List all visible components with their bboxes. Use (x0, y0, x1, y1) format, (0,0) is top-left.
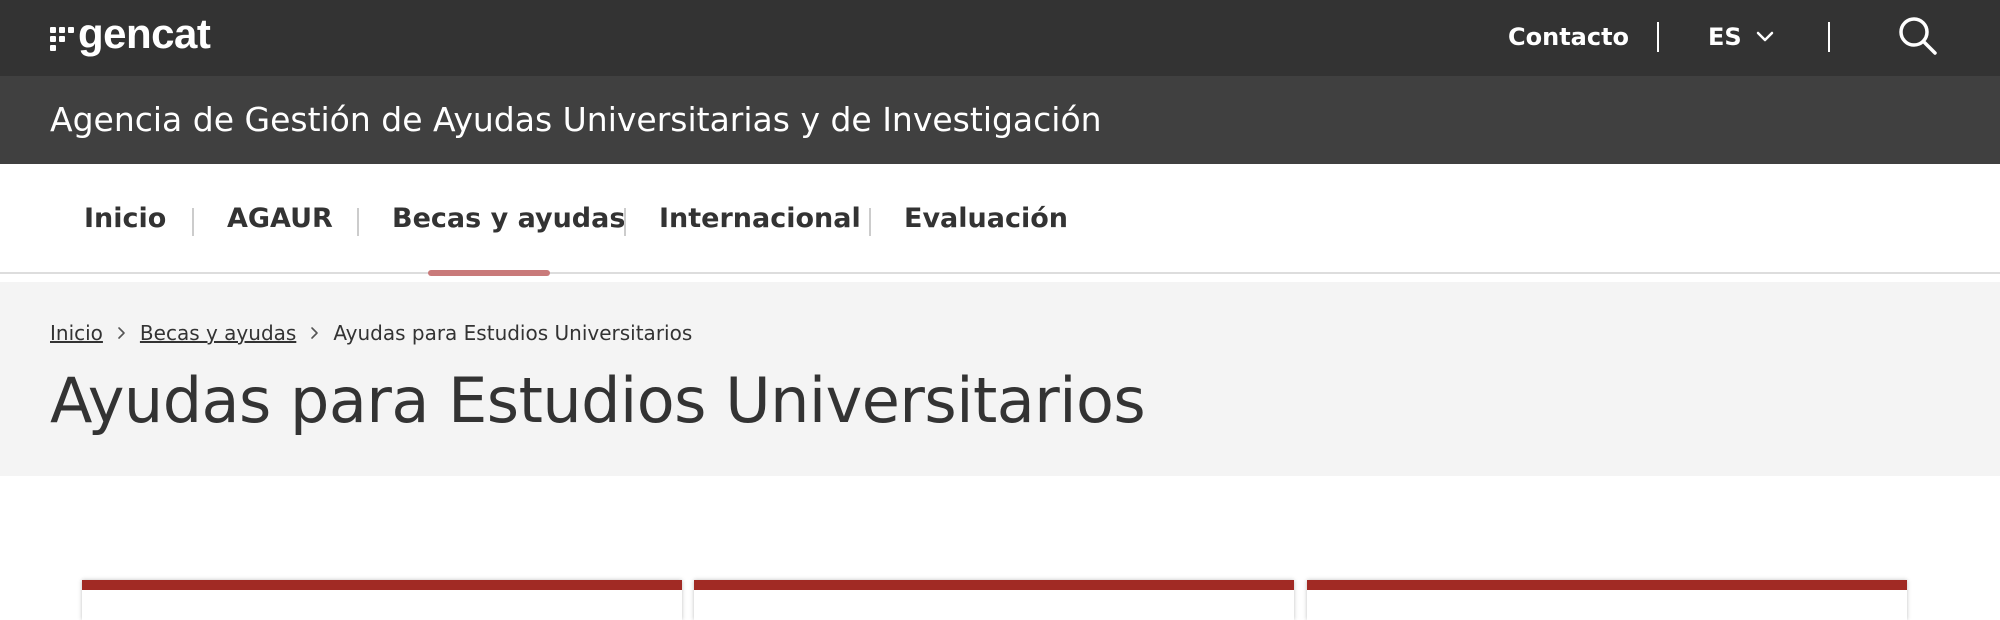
breadcrumb-link-inicio[interactable]: Inicio (50, 321, 103, 345)
contact-link[interactable]: Contacto (1508, 0, 1629, 74)
breadcrumb-link-becas-y-ayudas[interactable]: Becas y ayudas (140, 321, 296, 345)
active-nav-indicator (428, 270, 550, 276)
nav-separator (357, 208, 359, 236)
card[interactable] (82, 580, 682, 620)
nav-separator (624, 208, 626, 236)
chevron-right-icon (310, 326, 319, 340)
nav-separator (869, 208, 871, 236)
top-separator (1657, 22, 1659, 52)
agency-name[interactable]: Agencia de Gestión de Ayudas Universitar… (50, 76, 1102, 164)
card[interactable] (1307, 580, 1907, 620)
nav-item-evaluacion[interactable]: Evaluación (904, 164, 1068, 274)
gencat-logo[interactable]: gencat (50, 10, 211, 60)
gencat-logo-icon (50, 21, 74, 51)
nav-item-agaur[interactable]: AGAUR (227, 164, 333, 274)
breadcrumb: Inicio Becas y ayudas Ayudas para Estudi… (50, 318, 692, 348)
search-icon (1899, 17, 1937, 55)
language-selector[interactable]: ES (1708, 0, 1774, 74)
chevron-right-icon (117, 326, 126, 340)
top-separator (1828, 22, 1830, 52)
page-header: Inicio Becas y ayudas Ayudas para Estudi… (0, 282, 2000, 476)
card[interactable] (694, 580, 1294, 620)
language-label: ES (1708, 23, 1742, 51)
nav-item-inicio[interactable]: Inicio (84, 164, 166, 274)
logo-text: gencat (78, 10, 211, 57)
page-title: Ayudas para Estudios Universitarios (50, 364, 1146, 437)
nav-item-internacional[interactable]: Internacional (659, 164, 861, 274)
nav-item-becas-y-ayudas[interactable]: Becas y ayudas (392, 164, 625, 274)
main-navigation: Inicio AGAUR Becas y ayudas Internaciona… (0, 164, 2000, 274)
chevron-down-icon (1756, 31, 1773, 42)
top-bar: gencat Contacto ES (0, 0, 2000, 76)
breadcrumb-current: Ayudas para Estudios Universitarios (333, 321, 693, 345)
agency-bar: Agencia de Gestión de Ayudas Universitar… (0, 76, 2000, 164)
nav-separator (192, 208, 194, 236)
search-button[interactable] (1896, 14, 1940, 58)
